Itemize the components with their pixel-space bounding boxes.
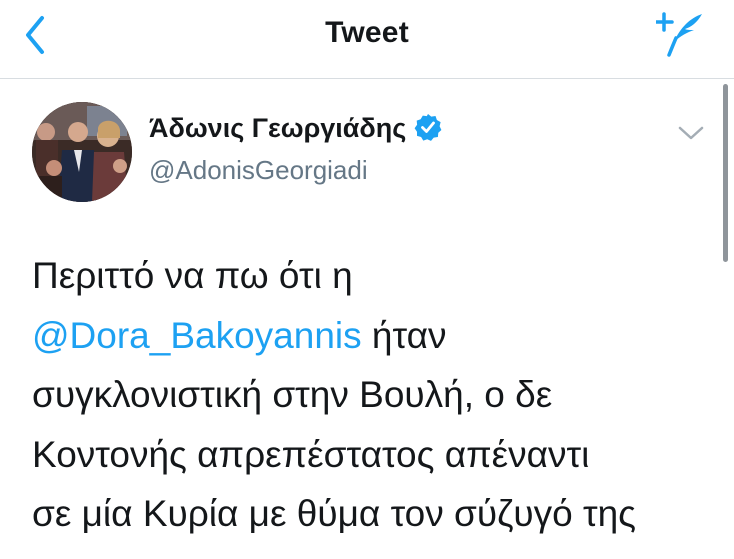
tweet-text-line: Περιττό να πω ότι η [32,246,722,306]
scrollbar[interactable] [723,84,728,262]
author-name[interactable]: Άδωνις Γεωργιάδης [149,113,442,144]
tweet-text-segment: Κοντονής απρεπέστατος απέναντι [32,433,590,475]
tweet-text-line: Κοντονής απρεπέστατος απέναντι [32,425,722,485]
verified-badge-icon [414,114,442,141]
tweet-text-segment: Περιττό να πω ότι η [32,255,353,296]
tweet-text-line: @Dora_Bakoyannis ήταν [32,306,722,366]
tweet-text-segment: συγκλονιστική στην Βουλή, ο δε [32,374,553,415]
tweet-text: Περιττό να πω ότι η @Dora_Bakoyannis ήτα… [32,246,722,544]
tweet-text-segment: ήταν [361,314,447,356]
tweet-text-line: συγκλονιστική στην Βουλή, ο δε [32,365,722,425]
tweet-text-line: σε μία Κυρία με θύμα τον σύζυγό της [32,484,722,544]
author-handle[interactable]: @AdonisGeorgiadi [149,155,368,186]
compose-tweet-button[interactable] [654,10,708,58]
chevron-down-icon [678,126,704,140]
tweet-detail-screen: Tweet Άδωνις Γεωργιάδης @AdonisGeorgiadi… [0,0,734,559]
profile-photo [32,102,132,202]
tweet-options-button[interactable] [678,124,704,142]
avatar[interactable] [32,102,132,202]
tweet-text-segment: σε μία Κυρία με θύμα τον σύζυγό της [32,493,637,534]
compose-feather-icon [654,12,702,57]
mention-link[interactable]: @Dora_Bakoyannis [32,315,362,356]
author-name-text: Άδωνις Γεωργιάδης [149,113,407,143]
navigation-bar: Tweet [0,0,734,79]
page-title: Tweet [325,16,409,49]
